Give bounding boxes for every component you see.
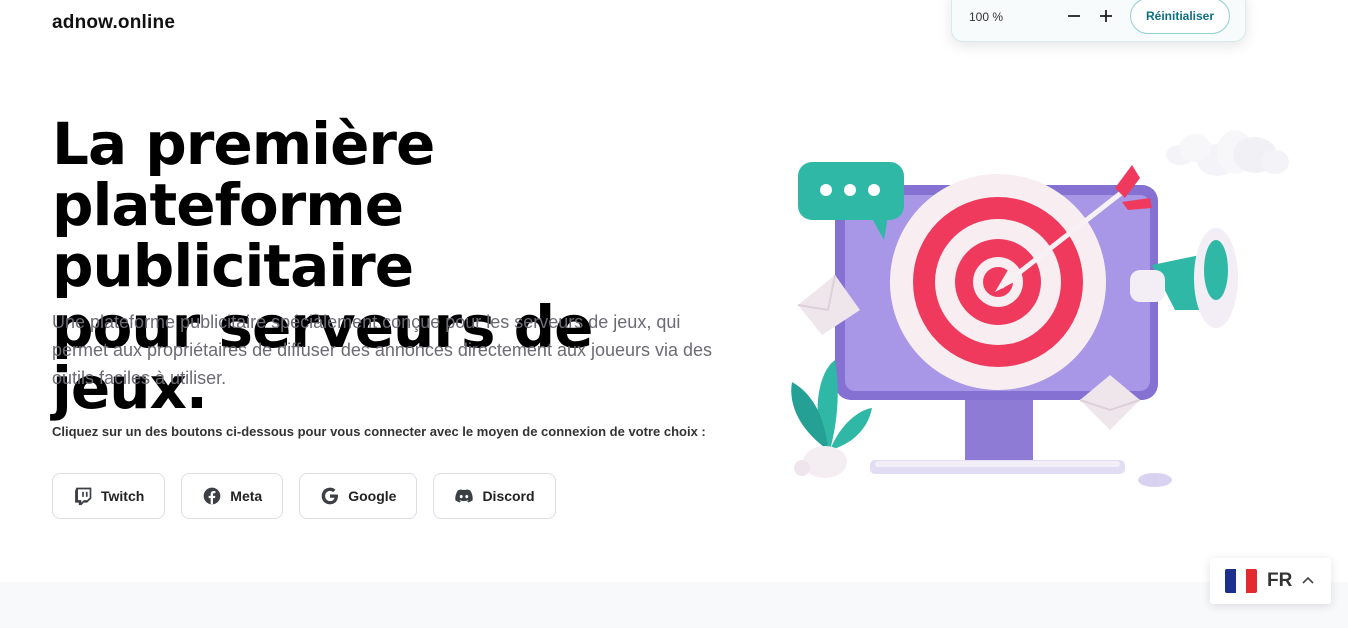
google-login-button[interactable]: Google: [299, 473, 418, 519]
discord-icon: [455, 489, 474, 503]
language-selector[interactable]: FR: [1210, 558, 1331, 604]
login-buttons: Twitch Meta Google Discord: [52, 473, 556, 519]
discord-login-button[interactable]: Discord: [433, 473, 556, 519]
twitch-login-label: Twitch: [101, 488, 145, 504]
login-hint: Cliquez sur un des boutons ci-dessous po…: [52, 424, 706, 439]
language-code: FR: [1267, 570, 1293, 591]
discord-login-label: Discord: [482, 488, 535, 504]
chevron-up-icon: [1302, 576, 1314, 584]
google-icon: [321, 487, 339, 505]
zoom-reset-button[interactable]: Réinitialiser: [1130, 0, 1230, 34]
hero-illustration: [791, 130, 1289, 487]
hero-subtitle: Une plateforme publicitaire spécialement…: [52, 312, 713, 388]
footer-band: [0, 582, 1348, 628]
zoom-control-panel: 100 % Réinitialiser: [951, 0, 1246, 42]
facebook-icon: [203, 487, 221, 505]
brand-logo[interactable]: adnow.online: [52, 12, 175, 34]
zoom-out-button[interactable]: [1064, 6, 1084, 26]
hero-title-line-1: La première: [52, 110, 435, 178]
minus-icon: [1068, 15, 1080, 17]
zoom-level: 100 %: [969, 10, 1004, 24]
target-icon: [890, 174, 1106, 390]
france-flag-icon: [1225, 569, 1257, 593]
monitor-stand: [965, 395, 1033, 460]
twitch-icon: [75, 487, 92, 506]
meta-login-label: Meta: [230, 488, 263, 504]
plus-icon: [1100, 10, 1112, 22]
cloud-icon: [1166, 130, 1289, 176]
hero-title-line-2: plateforme publicitaire: [52, 171, 414, 300]
twitch-login-button[interactable]: Twitch: [52, 473, 166, 519]
zoom-in-button[interactable]: [1096, 6, 1116, 26]
meta-login-button[interactable]: Meta: [181, 473, 284, 519]
google-login-label: Google: [348, 488, 397, 504]
